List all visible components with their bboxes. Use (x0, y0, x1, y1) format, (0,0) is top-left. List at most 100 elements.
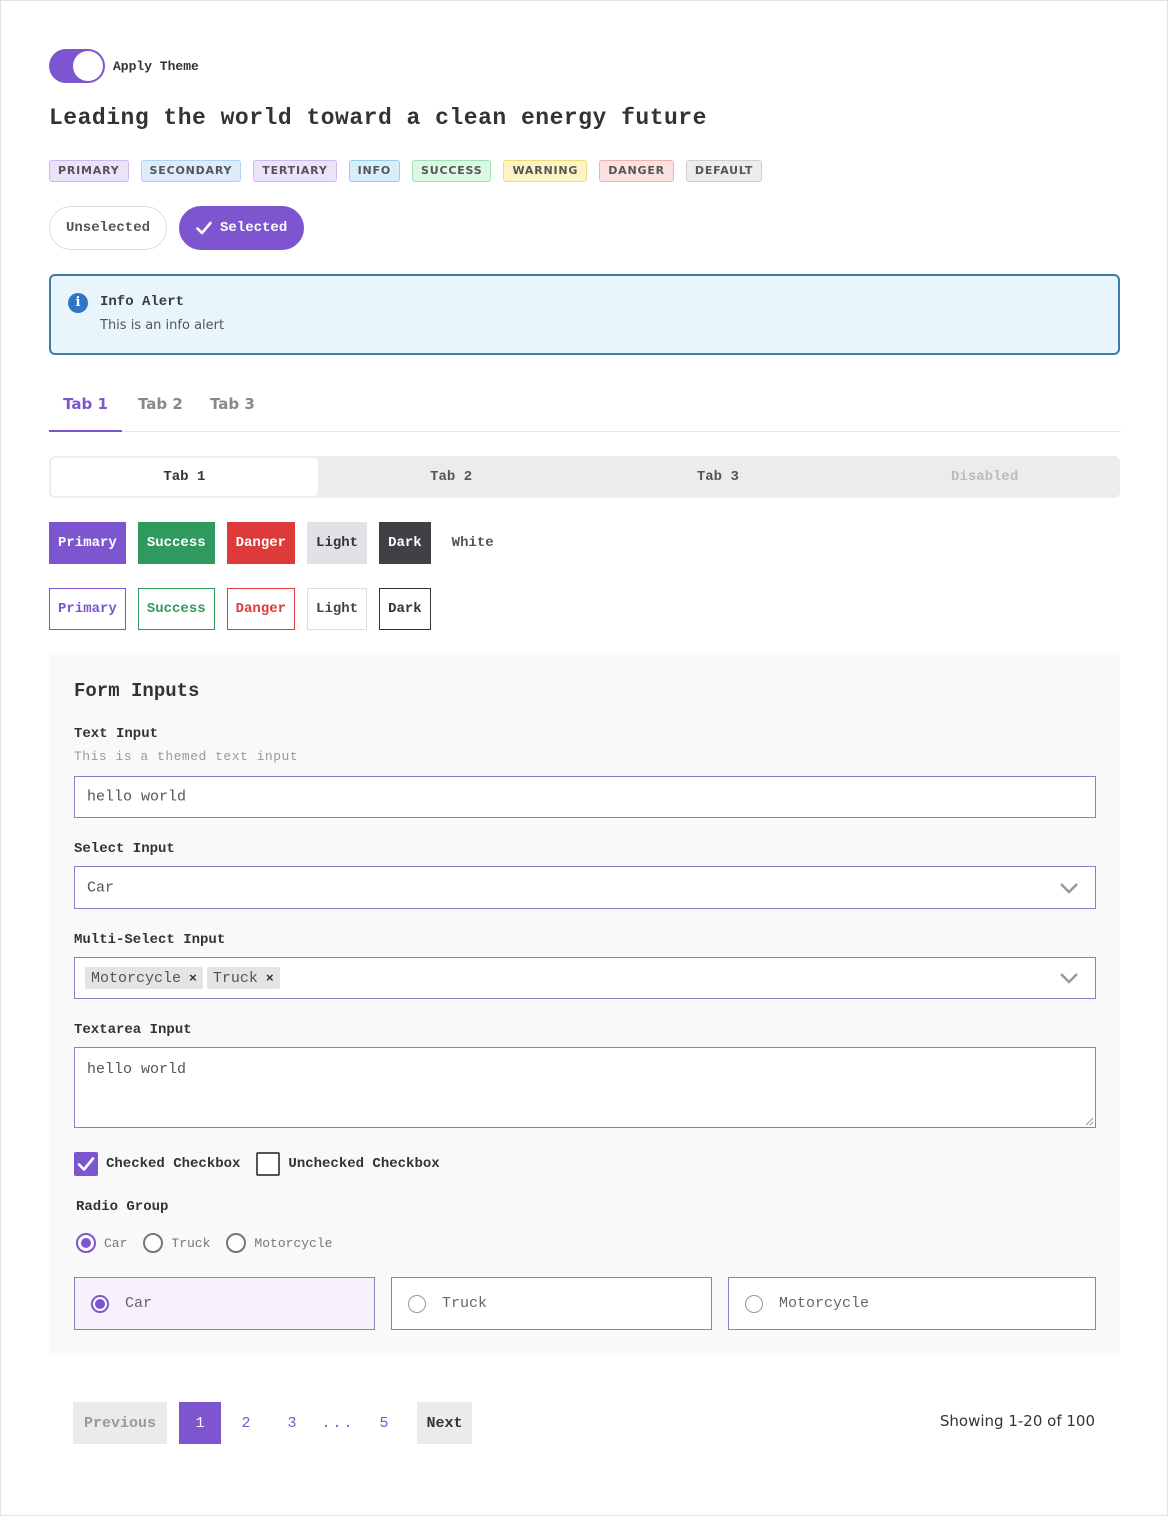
previous-button[interactable]: Previous (73, 1402, 167, 1444)
badge-warning: WARNING (503, 160, 588, 182)
radio-group-label: Radio Group (76, 1199, 169, 1215)
multi-select-input[interactable]: Motorcycle × Truck × (74, 957, 1096, 999)
tag-truck: Truck × (206, 967, 280, 989)
check-icon (196, 221, 212, 235)
seg-tab-disabled: Disabled (951, 469, 1019, 485)
dark-button[interactable]: Dark (379, 522, 431, 564)
textarea-label: Textarea Input (74, 1022, 192, 1038)
textarea-input[interactable]: hello world (74, 1047, 1096, 1128)
checked-checkbox[interactable]: Checked Checkbox (74, 1152, 240, 1176)
alert-title: Info Alert (100, 294, 185, 310)
chip-label: Unselected (66, 220, 151, 236)
light-outline-button[interactable]: Light (307, 588, 368, 630)
checkbox-checked-icon (74, 1152, 98, 1176)
resize-handle-icon[interactable] (1085, 1117, 1094, 1126)
radio-unselected-icon (745, 1294, 763, 1313)
radio-card-label: Truck (442, 1295, 488, 1312)
multi-select-tags: Motorcycle × Truck × (85, 967, 284, 989)
info-icon: i (68, 293, 88, 313)
select-input[interactable]: Car (74, 866, 1096, 909)
radio-card-label: Motorcycle (779, 1295, 870, 1312)
page-2-button[interactable]: 2 (225, 1402, 267, 1444)
badge-info: INFO (348, 160, 400, 182)
page-title: Leading the world toward a clean energy … (49, 105, 707, 131)
badge-default: DEFAULT (685, 160, 763, 182)
radio-truck[interactable]: Truck (143, 1233, 210, 1253)
primary-button[interactable]: Primary (49, 522, 126, 564)
page-ellipsis: ... (321, 1414, 355, 1432)
white-button[interactable]: White (442, 522, 503, 564)
checkbox-label: Unchecked Checkbox (288, 1156, 440, 1172)
chip-unselected[interactable]: Unselected (49, 206, 168, 250)
tabs-segmented: Tab 1 Tab 2 Tab 3 Disabled (49, 456, 1120, 498)
success-button[interactable]: Success (137, 522, 215, 564)
checkbox-row: Checked Checkbox Unchecked Checkbox (74, 1152, 440, 1176)
radio-unselected-icon (143, 1233, 164, 1253)
badge-danger: DANGER (599, 160, 674, 182)
form-panel: Form Inputs Text Input This is a themed … (49, 655, 1120, 1353)
pagination-summary: Showing 1-20 of 100 (939, 1412, 1095, 1430)
page-1-button[interactable]: 1 (179, 1402, 221, 1444)
radio-car[interactable]: Car (76, 1233, 127, 1253)
dark-outline-button[interactable]: Dark (379, 588, 431, 630)
theme-toggle-row: Apply Theme (49, 49, 199, 83)
pagination: Previous 1 2 3 ... 5 Next (73, 1402, 472, 1444)
danger-outline-button[interactable]: Danger (226, 588, 296, 630)
chip-label: Selected (220, 220, 288, 236)
radio-label: Truck (171, 1235, 211, 1251)
chevron-down-icon (1060, 973, 1078, 984)
multi-select-label: Multi-Select Input (74, 932, 226, 948)
light-button[interactable]: Light (307, 522, 368, 564)
radio-group: Car Truck Motorcycle (76, 1233, 332, 1253)
tab-2[interactable]: Tab 2 (138, 381, 183, 432)
text-input[interactable]: hello world (74, 776, 1096, 818)
badge-secondary: SECONDARY (140, 160, 242, 182)
tag-motorcycle: Motorcycle × (85, 967, 203, 989)
toggle-knob (73, 51, 103, 81)
checkbox-unchecked-icon (256, 1152, 281, 1176)
tabs-underline: Tab 1 Tab 2 Tab 3 (49, 381, 1121, 432)
remove-tag-icon[interactable]: × (189, 971, 197, 986)
chevron-down-icon (1060, 882, 1078, 894)
theme-toggle[interactable] (49, 49, 105, 83)
radio-label: Car (104, 1235, 128, 1251)
outline-button-row: Primary Success Danger Light Dark (49, 588, 431, 630)
chip-row: Unselected Selected (49, 206, 305, 250)
text-input-label: Text Input (74, 726, 159, 742)
seg-tab-1[interactable]: Tab 1 (51, 458, 318, 496)
textarea-value: hello world (87, 1061, 187, 1078)
select-input-value: Car (87, 879, 115, 896)
text-input-hint: This is a themed text input (74, 749, 299, 764)
solid-button-row: Primary Success Danger Light Dark White (49, 522, 503, 564)
radio-card-car[interactable]: Car (74, 1277, 375, 1330)
radio-motorcycle[interactable]: Motorcycle (226, 1233, 332, 1253)
info-alert: i Info Alert This is an info alert (49, 274, 1120, 355)
page-3-button[interactable]: 3 (271, 1402, 313, 1444)
radio-card-truck[interactable]: Truck (391, 1277, 712, 1330)
page-5-button[interactable]: 5 (363, 1402, 405, 1444)
checkbox-label: Checked Checkbox (106, 1156, 241, 1172)
tab-1[interactable]: Tab 1 (49, 381, 122, 432)
unchecked-checkbox[interactable]: Unchecked Checkbox (256, 1152, 440, 1176)
radio-card-label: Car (125, 1295, 153, 1312)
seg-tab-3[interactable]: Tab 3 (585, 458, 852, 496)
tag-label: Truck (212, 969, 258, 987)
danger-button[interactable]: Danger (226, 522, 296, 564)
alert-message: This is an info alert (100, 318, 225, 333)
form-title: Form Inputs (74, 680, 200, 702)
radio-selected-icon (76, 1233, 96, 1253)
radio-selected-icon (91, 1294, 109, 1313)
chip-selected[interactable]: Selected (179, 206, 305, 250)
success-outline-button[interactable]: Success (137, 588, 215, 630)
badge-tertiary: TERTIARY (253, 160, 337, 182)
badge-success: SUCCESS (412, 160, 492, 182)
badge-row: PRIMARY SECONDARY TERTIARY INFO SUCCESS … (49, 160, 763, 182)
next-button[interactable]: Next (417, 1402, 472, 1444)
remove-tag-icon[interactable]: × (266, 971, 274, 986)
text-input-value: hello world (87, 788, 187, 806)
radio-label: Motorcycle (254, 1235, 333, 1251)
seg-tab-2[interactable]: Tab 2 (318, 458, 585, 496)
primary-outline-button[interactable]: Primary (49, 588, 126, 630)
tab-3[interactable]: Tab 3 (210, 381, 255, 432)
radio-card-motorcycle[interactable]: Motorcycle (728, 1277, 1096, 1330)
